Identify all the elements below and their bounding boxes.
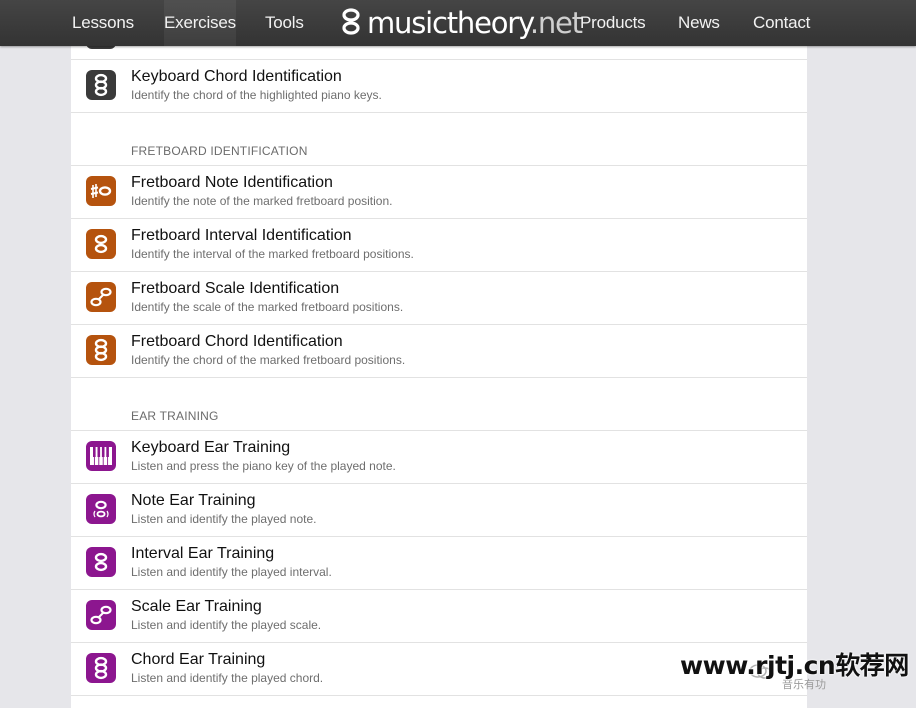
list-item-fretboard-note-identification[interactable]: Fretboard Note Identification Identify t… [71,165,807,218]
section-title: EAR TRAINING [131,409,219,423]
list-item-keyboard-chord-identification[interactable]: Keyboard Chord Identification Identify t… [71,59,807,112]
scale-icon [86,282,116,312]
list-item-fretboard-chord-identification[interactable]: Fretboard Chord Identification Identify … [71,324,807,377]
list-item-description: Identify the chord of the highlighted pi… [131,88,382,102]
list-item-title: Scale Ear Training [131,598,262,615]
list-item-title: Fretboard Scale Identification [131,280,340,297]
nav-contact[interactable]: Contact [753,0,810,46]
list-item-description: Identify the note of the marked fretboar… [131,194,393,208]
list-item-title: Fretboard Chord Identification [131,333,343,350]
note-icon [86,176,116,206]
list-item-keyboard-ear-training[interactable]: Keyboard Ear Training Listen and press t… [71,430,807,483]
list-item-title: Fretboard Note Identification [131,174,333,191]
scale-icon [86,600,116,630]
site-logo[interactable]: musictheory.net [338,5,583,41]
list-item-title: Note Ear Training [131,492,256,509]
list-item-description: Listen and identify the played interval. [131,565,332,579]
chord-icon [86,653,116,683]
list-item-description: Listen and press the piano key of the pl… [131,459,396,473]
list-item-description: Listen and identify the played note. [131,512,317,526]
note-icon [86,494,116,524]
chord-icon [86,70,116,100]
list-item-description: Identify the chord of the marked fretboa… [131,353,406,367]
logo-tld: .net [529,6,583,40]
nav-exercises[interactable]: Exercises [164,0,236,46]
page: Keyboard Chord Identification Identify t… [0,0,916,708]
list-item-fretboard-interval-identification[interactable]: Fretboard Interval Identification Identi… [71,218,807,271]
piano-keys-icon [86,441,116,471]
list-item-interval-ear-training[interactable]: Interval Ear Training Listen and identif… [71,536,807,589]
logo-text: musictheory.net [367,5,583,41]
list-item-title: Keyboard Chord Identification [131,68,342,85]
nav-products[interactable]: Products [580,0,646,46]
list-item-description: Identify the interval of the marked fret… [131,247,414,261]
list-item-scale-ear-training[interactable]: Scale Ear Training Listen and identify t… [71,589,807,642]
interval-icon [86,229,116,259]
nav-lessons[interactable]: Lessons [72,0,134,46]
list-item-title: Interval Ear Training [131,545,275,562]
list-item-title: Chord Ear Training [131,651,266,668]
section-header-fretboard: FRETBOARD IDENTIFICATION [71,112,807,165]
list-item-title: Fretboard Interval Identification [131,227,352,244]
list-item-fretboard-scale-identification[interactable]: Fretboard Scale Identification Identify … [71,271,807,324]
list-item-description: Identify the scale of the marked fretboa… [131,300,404,314]
section-header-ear-training: EAR TRAINING [71,377,807,430]
watermark-text: www.rjtj.cn软荐网 [680,651,909,680]
chord-icon [86,335,116,365]
list-item-description: Listen and identify the played scale. [131,618,322,632]
list-item-note-ear-training[interactable]: Note Ear Training Listen and identify th… [71,483,807,536]
section-title: FRETBOARD IDENTIFICATION [131,144,308,158]
nav-tools[interactable]: Tools [265,0,304,46]
interval-icon [86,547,116,577]
list-item-description: Listen and identify the played chord. [131,671,324,685]
logo-note-icon [342,8,360,35]
logo-wordmark: musictheory [367,6,531,40]
list-divider [71,695,807,696]
nav-news[interactable]: News [678,0,720,46]
top-navigation-bar: Lessons Exercises Tools musictheory.net … [0,0,916,46]
list-item-title: Keyboard Ear Training [131,439,291,456]
